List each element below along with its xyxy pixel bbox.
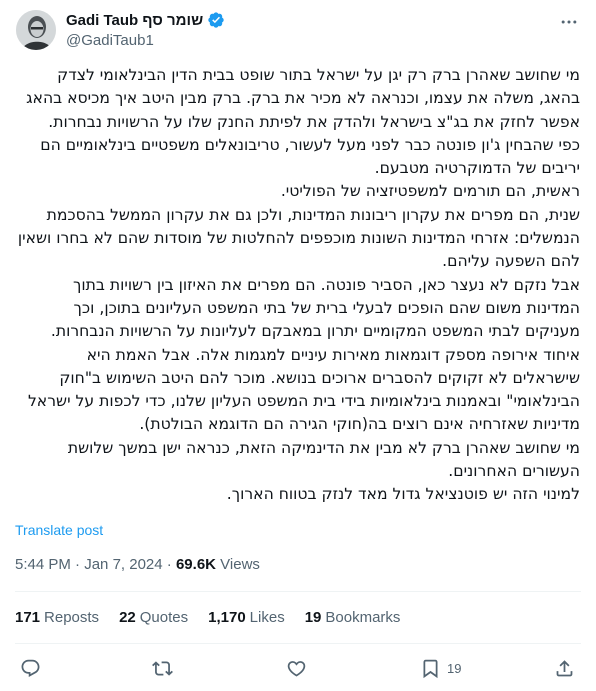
quotes-count: 22 [119,609,136,626]
likes-label: Likes [249,609,285,626]
tweet-paragraph: למינוי הזה יש פוטנציאל גדול מאד לנזק בטו… [226,485,580,504]
divider [15,591,581,592]
meta-separator: · [75,556,81,573]
tweet-paragraph: מי שחושב שאהרן ברק לא מבין את הדינמיקה ה… [67,438,580,481]
tweet-paragraph: איחוד אירופה מספק דוגמאות מאירות עיניים … [27,345,580,434]
repost-icon [152,658,173,679]
bookmarks-count: 19 [304,609,322,626]
reposts-stat[interactable]: 171 Reposts [15,609,99,626]
tweet-paragraph: ראשית, הם תורמים למשפטיזציה של הפוליטי. [280,182,580,201]
reposts-label: Reposts [44,609,100,626]
author-handle[interactable]: @GadiTaub1 [66,32,154,49]
tweet-header: Gadi Taub שומר סף @GadiTaub1 [16,10,580,54]
likes-stat[interactable]: 1,170 Likes [208,609,285,626]
tweet-paragraph: מי שחושב שאהרן ברק רק יגן על ישראל בתור … [26,66,580,131]
translate-post-link[interactable]: Translate post [15,522,103,538]
bookmark-icon [420,658,441,679]
display-name[interactable]: Gadi Taub שומר סף [66,12,203,29]
meta-separator: · [166,556,172,573]
divider [15,643,581,644]
quotes-label: Quotes [139,609,189,626]
post-time[interactable]: 5:44 PM [15,556,71,573]
share-button[interactable] [554,658,575,679]
engagement-stats: 171 Reposts 22 Quotes 1,170 Likes 19 Boo… [15,609,400,626]
tweet-paragraph: שנית, הם מפרים את עקרון ריבונות המדינות,… [17,205,580,271]
post-date[interactable]: Jan 7, 2024 [84,556,162,573]
repost-button[interactable] [152,658,173,679]
bookmark-count: 19 [447,661,462,676]
tweet-meta: 5:44 PM · Jan 7, 2024 · 69.6K Views [15,556,260,573]
verified-badge-icon [207,11,225,29]
tweet-paragraph: אבל נזקם לא נעצר כאן, הסביר פונטה. הם מפ… [50,275,580,341]
tweet-paragraph: כפי שהבחין ג'ון פונטה כבר לפני מעל לעשור… [40,135,580,178]
likes-count: 1,170 [208,609,246,626]
avatar-image [16,10,56,50]
avatar[interactable] [16,10,56,50]
more-horizontal-icon[interactable] [558,12,580,32]
tweet-text: מי שחושב שאהרן ברק רק יגן על ישראל בתור … [16,64,580,507]
bookmarks-label: Bookmarks [325,609,401,626]
bookmarks-stat[interactable]: 19 Bookmarks [305,609,401,626]
bookmark-button[interactable]: 19 [420,658,461,679]
reply-button[interactable] [20,658,41,679]
views-label: Views [220,556,260,573]
like-button[interactable] [286,658,307,679]
like-icon [286,658,307,679]
quotes-stat[interactable]: 22 Quotes [119,609,188,626]
action-bar: 19 [15,655,581,685]
share-icon [554,658,575,679]
reply-icon [20,658,41,679]
reposts-count: 171 [15,609,41,626]
views-count: 69.6K [175,556,216,573]
author-name-row[interactable]: Gadi Taub שומר סף [66,11,225,29]
